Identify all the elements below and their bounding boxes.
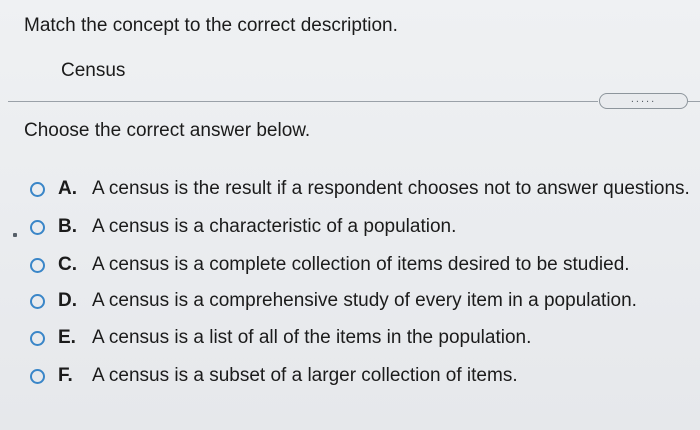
section-divider xyxy=(8,101,598,102)
option-text: A census is the result if a respondent c… xyxy=(92,178,690,199)
option-text: A census is a comprehensive study of eve… xyxy=(92,290,637,311)
cursor-icon xyxy=(13,233,17,237)
answer-option-a[interactable]: A. A census is the result if a responden… xyxy=(30,177,690,201)
option-letter: B. xyxy=(58,216,77,237)
radio-button-a[interactable] xyxy=(30,181,45,197)
answer-instruction: Choose the correct answer below. xyxy=(24,120,311,141)
answer-option-d[interactable]: D. A census is a comprehensive study of … xyxy=(30,289,637,313)
radio-button-e[interactable] xyxy=(30,330,45,346)
radio-button-b[interactable] xyxy=(30,219,45,235)
option-letter: E. xyxy=(58,327,76,348)
option-letter: A. xyxy=(58,178,77,199)
option-letter: D. xyxy=(58,290,77,311)
answer-option-c[interactable]: C. A census is a complete collection of … xyxy=(30,253,630,277)
option-text: A census is a complete collection of ite… xyxy=(92,254,630,275)
option-text: A census is a subset of a larger collect… xyxy=(92,365,518,386)
option-text: A census is a characteristic of a popula… xyxy=(92,216,457,237)
question-page: Match the concept to the correct descrip… xyxy=(0,0,700,430)
radio-button-d[interactable] xyxy=(30,293,45,309)
answer-option-e[interactable]: E. A census is a list of all of the item… xyxy=(30,326,531,350)
option-letter: F. xyxy=(58,365,73,386)
answer-option-f[interactable]: F. A census is a subset of a larger coll… xyxy=(30,364,518,388)
expand-more-button[interactable]: ..... xyxy=(599,93,688,109)
option-text: A census is a list of all of the items i… xyxy=(92,327,532,348)
radio-button-f[interactable] xyxy=(30,368,45,384)
question-prompt: Match the concept to the correct descrip… xyxy=(24,15,398,36)
concept-term: Census xyxy=(61,60,126,81)
more-dots-icon: ..... xyxy=(630,92,657,105)
option-letter: C. xyxy=(58,254,77,275)
answer-option-b[interactable]: B. A census is a characteristic of a pop… xyxy=(30,215,456,239)
radio-button-c[interactable] xyxy=(30,257,45,273)
section-divider-tail xyxy=(688,101,700,102)
